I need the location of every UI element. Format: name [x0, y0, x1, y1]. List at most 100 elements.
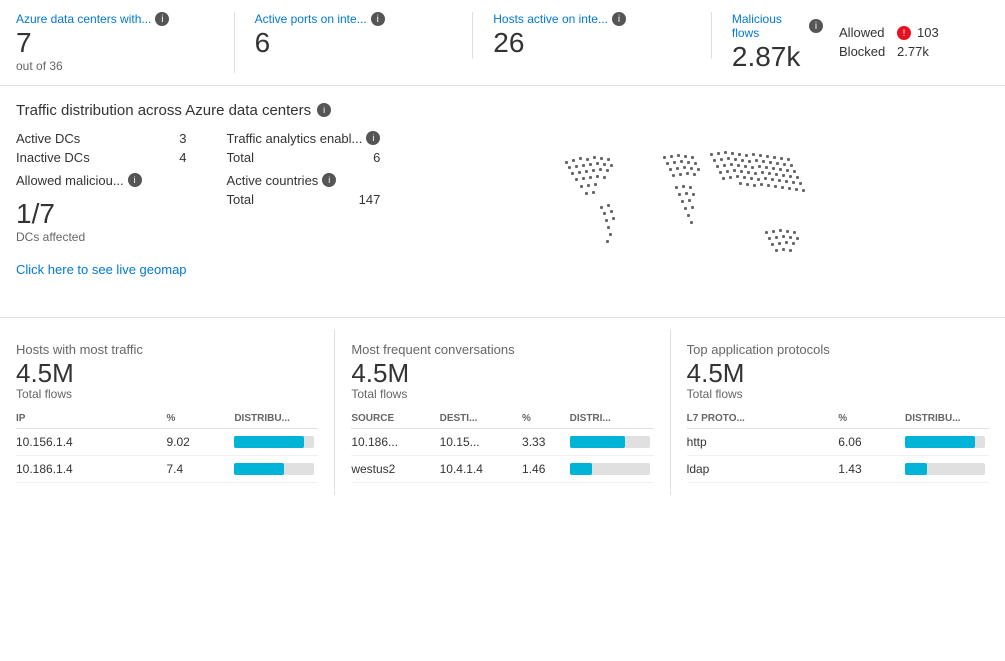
top-metrics-bar: Azure data centers with... i 7 out of 36… [0, 0, 1005, 86]
blocked-value: 2.77k [897, 44, 929, 59]
active-dcs-key: Active DCs [16, 131, 80, 146]
allowed-value: 103 [917, 25, 939, 40]
table-row: ldap 1.43 [687, 456, 989, 483]
traffic-right-col: Traffic analytics enabl... i Total 6 Act… [227, 131, 381, 277]
active-dcs-row: Active DCs 3 [16, 131, 187, 146]
proto-row1-pct: 6.06 [838, 429, 905, 456]
world-map [400, 131, 989, 301]
conv-row2-source: westus2 [351, 456, 439, 483]
conv-row1-source: 10.186... [351, 429, 439, 456]
hosts-traffic-table: IP % DISTRIBU... 10.156.1.4 9.02 10.186.… [16, 409, 318, 483]
allowed-malicious-key: Allowed maliciou... i [16, 173, 142, 188]
metric-azure-dc: Azure data centers with... i 7 out of 36 [16, 12, 235, 73]
active-countries-row: Active countries i [227, 173, 381, 188]
metric-active-ports: Active ports on inte... i 6 [255, 12, 474, 59]
world-map-svg [535, 131, 855, 301]
hosts-col-distrib: DISTRIBU... [234, 409, 318, 429]
metric-azure-dc-sub: out of 36 [16, 59, 214, 73]
hosts-row2-bar [234, 456, 318, 483]
table-row: 10.186.1.4 7.4 [16, 456, 318, 483]
panel-protocols: Top application protocols 4.5M Total flo… [671, 330, 1005, 496]
hosts-row1-bar [234, 429, 318, 456]
active-ports-info-icon[interactable]: i [371, 12, 385, 26]
traffic-section: Traffic distribution across Azure data c… [0, 86, 1005, 318]
allowed-label: Allowed [839, 25, 891, 40]
table-row: 10.186... 10.15... 3.33 [351, 429, 653, 456]
traffic-analytics-info-icon[interactable]: i [366, 131, 380, 145]
traffic-stats: Active DCs 3 Inactive DCs 4 Allowed mali… [16, 131, 380, 301]
table-row: westus2 10.4.1.4 1.46 [351, 456, 653, 483]
panel-hosts-traffic: Hosts with most traffic 4.5M Total flows… [0, 330, 335, 496]
panel-hosts-sub: Total flows [16, 387, 318, 401]
hosts-col-pct: % [167, 409, 235, 429]
ratio-label: DCs affected [16, 230, 187, 244]
metric-azure-dc-value: 7 [16, 28, 214, 59]
allowed-row: Allowed ! 103 [839, 25, 969, 40]
allowed-badge: ! [897, 26, 911, 40]
total1-row: Total 6 [227, 150, 381, 165]
panel-proto-sub: Total flows [687, 387, 989, 401]
proto-row1-bar [905, 429, 989, 456]
total1-key: Total [227, 150, 254, 165]
blocked-label: Blocked [839, 44, 891, 59]
traffic-title-info-icon[interactable]: i [317, 103, 331, 117]
malicious-value: 2.87k [732, 42, 823, 73]
ratio-value: 1/7 [16, 198, 187, 230]
metric-active-ports-label: Active ports on inte... i [255, 12, 453, 26]
bottom-panels: Hosts with most traffic 4.5M Total flows… [0, 318, 1005, 508]
traffic-left-col: Active DCs 3 Inactive DCs 4 Allowed mali… [16, 131, 187, 277]
panel-proto-value: 4.5M [687, 359, 989, 388]
active-dcs-val: 3 [179, 131, 186, 146]
malicious-label: Malicious flows i [732, 12, 823, 40]
metric-active-ports-value: 6 [255, 28, 453, 59]
allowed-malicious-info-icon[interactable]: i [128, 173, 142, 187]
total2-key: Total [227, 192, 254, 207]
active-countries-info-icon[interactable]: i [322, 173, 336, 187]
panel-conv-title: Most frequent conversations [351, 342, 653, 357]
malicious-main: Malicious flows i 2.87k [732, 12, 823, 73]
hosts-row2-pct: 7.4 [167, 456, 235, 483]
blocked-row: Blocked 2.77k [839, 44, 969, 59]
metric-hosts-active-value: 26 [493, 28, 691, 59]
malicious-info-icon[interactable]: i [809, 19, 823, 33]
proto-row2-bar [905, 456, 989, 483]
traffic-content: Active DCs 3 Inactive DCs 4 Allowed mali… [16, 131, 989, 301]
panel-conversations: Most frequent conversations 4.5M Total f… [335, 330, 670, 496]
proto-col-l7: L7 PROTO... [687, 409, 839, 429]
inactive-dcs-val: 4 [179, 150, 186, 165]
allowed-blocked-section: Allowed ! 103 Blocked 2.77k [839, 12, 969, 73]
proto-row1-name: http [687, 429, 839, 456]
metric-hosts-active-label: Hosts active on inte... i [493, 12, 691, 26]
conv-row2-bar [570, 456, 654, 483]
metric-malicious: Malicious flows i 2.87k Allowed ! 103 Bl… [732, 12, 989, 73]
proto-row2-name: ldap [687, 456, 839, 483]
geomap-link[interactable]: Click here to see live geomap [16, 262, 187, 277]
azure-dc-info-icon[interactable]: i [155, 12, 169, 26]
hosts-row1-ip: 10.156.1.4 [16, 429, 167, 456]
hosts-active-info-icon[interactable]: i [612, 12, 626, 26]
conv-row2-dest: 10.4.1.4 [440, 456, 522, 483]
table-row: http 6.06 [687, 429, 989, 456]
panel-conv-value: 4.5M [351, 359, 653, 388]
proto-col-pct: % [838, 409, 905, 429]
inactive-dcs-key: Inactive DCs [16, 150, 90, 165]
conv-row1-bar [570, 429, 654, 456]
conv-col-pct: % [522, 409, 570, 429]
conv-col-dest: DESTI... [440, 409, 522, 429]
panel-proto-title: Top application protocols [687, 342, 989, 357]
active-countries-key: Active countries i [227, 173, 337, 188]
protocols-table: L7 PROTO... % DISTRIBU... http 6.06 ldap… [687, 409, 989, 483]
hosts-row2-ip: 10.186.1.4 [16, 456, 167, 483]
total2-val: 147 [359, 192, 381, 207]
hosts-row1-pct: 9.02 [167, 429, 235, 456]
inactive-dcs-row: Inactive DCs 4 [16, 150, 187, 165]
conv-row2-pct: 1.46 [522, 456, 570, 483]
malicious-right: Malicious flows i 2.87k Allowed ! 103 Bl… [732, 12, 969, 73]
conv-row1-pct: 3.33 [522, 429, 570, 456]
panel-hosts-title: Hosts with most traffic [16, 342, 318, 357]
hosts-col-ip: IP [16, 409, 167, 429]
traffic-analytics-key: Traffic analytics enabl... i [227, 131, 381, 146]
allowed-malicious-row: Allowed maliciou... i [16, 173, 187, 188]
conv-row1-dest: 10.15... [440, 429, 522, 456]
panel-hosts-value: 4.5M [16, 359, 318, 388]
